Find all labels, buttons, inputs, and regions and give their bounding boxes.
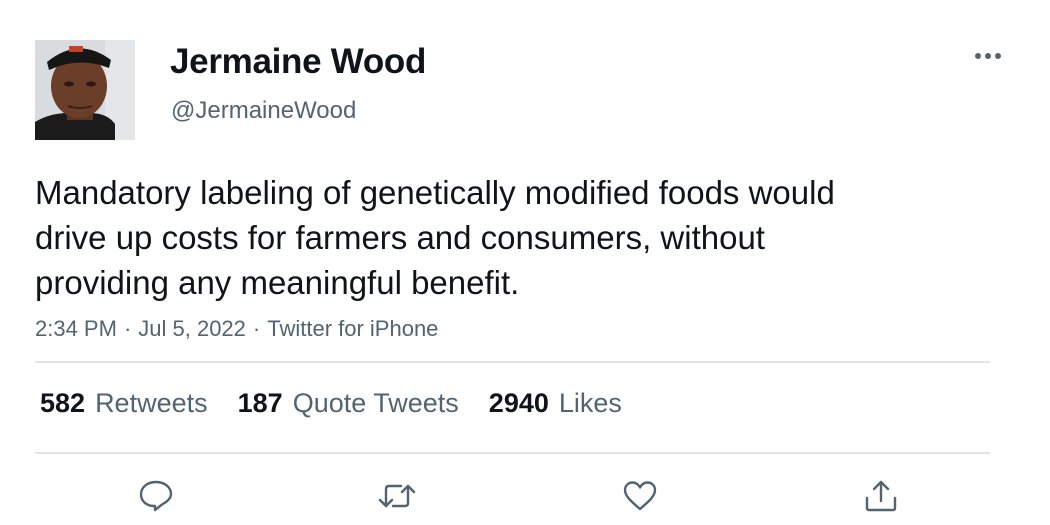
quote-tweets-stat[interactable]: 187 Quote Tweets bbox=[238, 388, 459, 419]
share-icon bbox=[865, 480, 897, 512]
reply-button[interactable] bbox=[134, 474, 178, 518]
tweet-text: Mandatory labeling of genetically modifi… bbox=[35, 174, 835, 301]
tweet-stats: 582 Retweets 187 Quote Tweets 2940 Likes bbox=[40, 388, 622, 419]
divider bbox=[35, 452, 990, 454]
retweets-count: 582 bbox=[40, 388, 86, 418]
tweet-time[interactable]: 2:34 PM bbox=[35, 316, 117, 341]
likes-count: 2940 bbox=[488, 388, 549, 418]
retweets-label: Retweets bbox=[95, 388, 208, 418]
meta-separator: · bbox=[123, 316, 132, 341]
like-button[interactable] bbox=[618, 474, 662, 518]
quote-tweets-label: Quote Tweets bbox=[292, 388, 459, 418]
meta-separator: · bbox=[252, 316, 261, 341]
tweet-date[interactable]: Jul 5, 2022 bbox=[138, 316, 246, 341]
display-name[interactable]: Jermaine Wood bbox=[170, 42, 426, 82]
tweet-source[interactable]: Twitter for iPhone bbox=[267, 316, 438, 341]
divider bbox=[35, 361, 990, 363]
more-icon bbox=[975, 53, 1001, 59]
likes-label: Likes bbox=[558, 388, 622, 418]
tweet-meta: 2:34 PM · Jul 5, 2022 · Twitter for iPhone bbox=[35, 316, 438, 342]
quote-tweets-count: 187 bbox=[237, 388, 283, 418]
tweet-card: Jermaine Wood @JermaineWood Mandatory la… bbox=[0, 0, 1050, 525]
avatar[interactable] bbox=[35, 40, 135, 140]
likes-stat[interactable]: 2940 Likes bbox=[489, 388, 622, 419]
retweet-icon bbox=[378, 484, 416, 508]
user-handle[interactable]: @JermaineWood bbox=[171, 97, 356, 125]
avatar-photo bbox=[35, 40, 135, 140]
tweet-actions bbox=[0, 474, 1050, 518]
more-options-button[interactable] bbox=[968, 42, 1008, 70]
reply-icon bbox=[139, 480, 173, 512]
heart-icon bbox=[623, 481, 657, 511]
share-button[interactable] bbox=[859, 474, 903, 518]
retweet-button[interactable] bbox=[375, 474, 419, 518]
retweets-stat[interactable]: 582 Retweets bbox=[40, 388, 208, 419]
